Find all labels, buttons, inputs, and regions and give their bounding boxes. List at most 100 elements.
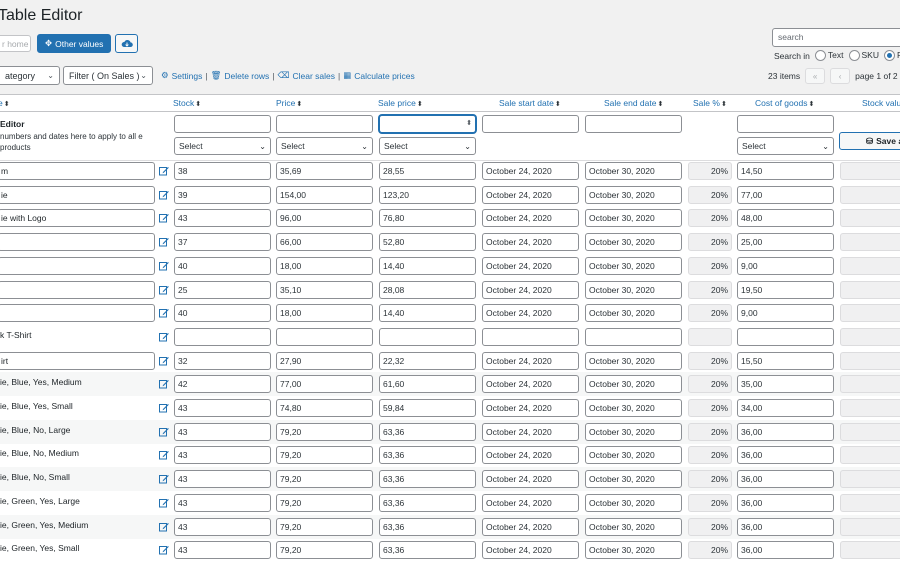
cell-sale-start-date[interactable]: October 24, 2020	[482, 185, 579, 204]
edit-icon[interactable]	[159, 379, 169, 389]
cell-sale-start-date[interactable]: October 24, 2020	[482, 304, 579, 323]
edit-icon[interactable]	[159, 308, 169, 318]
cell-sale-start-date[interactable]: October 24, 2020	[482, 399, 579, 417]
calculate-prices-link[interactable]: Calculate prices	[354, 71, 414, 81]
cell-sale-price[interactable]: 59,84	[379, 399, 476, 417]
cell-sale-price[interactable]: 61,60	[379, 375, 476, 394]
cell-sale-end-date[interactable]	[585, 327, 682, 346]
edit-icon[interactable]	[159, 190, 169, 200]
edit-icon[interactable]	[159, 213, 169, 223]
edit-icon[interactable]	[159, 356, 169, 366]
column-header-price[interactable]: Price⬍	[276, 98, 302, 108]
sales-filter[interactable]: Filter ( On Sales ) ⌄	[63, 66, 153, 85]
edit-icon[interactable]	[159, 261, 169, 271]
column-header-sale-end-date[interactable]: Sale end date⬍	[604, 98, 663, 108]
cell-price[interactable]: 27,90	[276, 351, 373, 370]
cell-sale-start-date[interactable]: October 24, 2020	[482, 256, 579, 275]
cell-stock[interactable]: 43	[174, 493, 271, 512]
cell-cost-of-goods[interactable]: 25,00	[737, 233, 834, 252]
cell-stock[interactable]: 43	[174, 446, 271, 465]
product-name-input[interactable]	[0, 256, 155, 275]
save-all-button[interactable]: ⛁Save a	[839, 132, 900, 150]
cell-sale-start-date[interactable]: October 24, 2020	[482, 493, 579, 512]
bulk-input-cost-of-goods[interactable]	[737, 115, 834, 133]
bulk-input-sale-start-date[interactable]	[482, 115, 579, 133]
cell-sale-end-date[interactable]: October 30, 2020	[585, 399, 682, 417]
cell-cost-of-goods[interactable]: 34,00	[737, 399, 834, 417]
radio-r[interactable]: R	[884, 50, 900, 62]
cell-sale-start-date[interactable]: October 24, 2020	[482, 375, 579, 394]
other-values-button[interactable]: ✥ Other values	[37, 34, 112, 53]
cell-stock[interactable]: 40	[174, 256, 271, 275]
edit-icon[interactable]	[159, 166, 169, 176]
column-header-stock[interactable]: Stock⬍	[173, 98, 201, 108]
edit-icon[interactable]	[159, 427, 169, 437]
cell-price[interactable]: 18,00	[276, 256, 373, 275]
cell-sale-end-date[interactable]: October 30, 2020	[585, 162, 682, 180]
cell-sale-price[interactable]: 52,80	[379, 233, 476, 252]
cell-sale-end-date[interactable]: October 30, 2020	[585, 233, 682, 252]
cell-stock[interactable]: 43	[174, 209, 271, 228]
edit-icon[interactable]	[159, 332, 169, 342]
cell-price[interactable]: 79,20	[276, 422, 373, 441]
cell-sale-price[interactable]: 28,55	[379, 162, 476, 180]
column-header-name[interactable]: e⬍	[0, 98, 10, 108]
column-header-sale-percent[interactable]: Sale %⬍	[693, 98, 727, 108]
cell-sale-end-date[interactable]: October 30, 2020	[585, 446, 682, 465]
product-name-input[interactable]	[0, 304, 155, 323]
cell-sale-end-date[interactable]: October 30, 2020	[585, 493, 682, 512]
cell-price[interactable]: 154,00	[276, 185, 373, 204]
edit-icon[interactable]	[159, 498, 169, 508]
bulk-input-stock[interactable]	[174, 115, 271, 133]
cell-price[interactable]: 79,20	[276, 517, 373, 536]
cell-price[interactable]: 79,20	[276, 470, 373, 489]
cell-sale-end-date[interactable]: October 30, 2020	[585, 375, 682, 394]
cell-sale-end-date[interactable]: October 30, 2020	[585, 280, 682, 299]
clear-sales-link[interactable]: Clear sales	[293, 71, 336, 81]
cell-price[interactable]: 74,80	[276, 399, 373, 417]
cell-stock[interactable]: 43	[174, 422, 271, 441]
cell-stock[interactable]: 42	[174, 375, 271, 394]
cell-price[interactable]: 79,20	[276, 493, 373, 512]
edit-icon[interactable]	[159, 474, 169, 484]
bulk-input-sale-price[interactable]: ⬍	[379, 115, 476, 133]
delete-rows-link[interactable]: Delete rows	[224, 71, 269, 81]
cell-cost-of-goods[interactable]: 36,00	[737, 541, 834, 560]
cell-stock[interactable]: 40	[174, 304, 271, 323]
cell-stock[interactable]: 43	[174, 541, 271, 560]
cell-sale-start-date[interactable]: October 24, 2020	[482, 351, 579, 370]
cell-cost-of-goods[interactable]: 77,00	[737, 185, 834, 204]
first-page-button[interactable]: «	[805, 68, 826, 84]
cell-sale-end-date[interactable]: October 30, 2020	[585, 351, 682, 370]
cell-stock[interactable]: 43	[174, 399, 271, 417]
column-header-stock-value[interactable]: Stock valu	[862, 98, 900, 108]
cell-price[interactable]	[276, 327, 373, 346]
cell-sale-price[interactable]: 22,32	[379, 351, 476, 370]
cell-price[interactable]: 79,20	[276, 541, 373, 560]
product-name-input[interactable]	[0, 280, 155, 299]
cell-sale-price[interactable]: 63,36	[379, 493, 476, 512]
cell-sale-start-date[interactable]: October 24, 2020	[482, 446, 579, 465]
cell-price[interactable]: 35,10	[276, 280, 373, 299]
cell-sale-start-date[interactable]	[482, 327, 579, 346]
radio-text[interactable]: Text	[814, 50, 844, 62]
cell-price[interactable]: 79,20	[276, 446, 373, 465]
cell-cost-of-goods[interactable]: 35,00	[737, 375, 834, 394]
bulk-select-sale-price[interactable]: Select ⌄	[379, 137, 476, 155]
edit-icon[interactable]	[159, 522, 169, 532]
cell-stock[interactable]	[174, 327, 271, 346]
edit-icon[interactable]	[159, 237, 169, 247]
cell-sale-end-date[interactable]: October 30, 2020	[585, 422, 682, 441]
bulk-select-stock[interactable]: Select ⌄	[174, 137, 271, 155]
cell-sale-start-date[interactable]: October 24, 2020	[482, 470, 579, 489]
cell-cost-of-goods[interactable]: 36,00	[737, 470, 834, 489]
cell-sale-start-date[interactable]: October 24, 2020	[482, 422, 579, 441]
cell-sale-price[interactable]: 63,36	[379, 422, 476, 441]
cell-stock[interactable]: 25	[174, 280, 271, 299]
cell-sale-end-date[interactable]: October 30, 2020	[585, 256, 682, 275]
cell-price[interactable]: 96,00	[276, 209, 373, 228]
edit-icon[interactable]	[159, 545, 169, 555]
cell-cost-of-goods[interactable]: 36,00	[737, 446, 834, 465]
cell-sale-end-date[interactable]: October 30, 2020	[585, 185, 682, 204]
bulk-input-price[interactable]	[276, 115, 373, 133]
